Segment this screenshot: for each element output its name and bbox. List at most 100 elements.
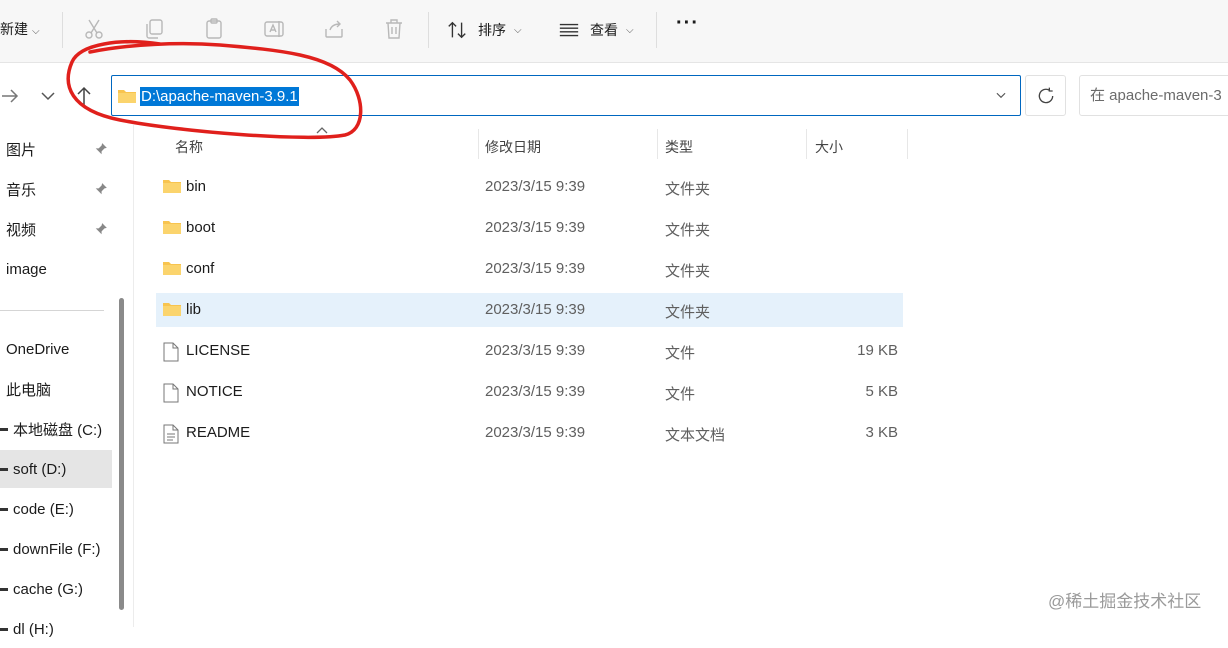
file-modified: 2023/3/15 9:39 [485, 424, 586, 441]
sort-ascending-icon [316, 127, 328, 134]
file-row[interactable]: LICENSE 2023/3/15 9:39 文件 19 KB [156, 334, 903, 368]
address-path[interactable]: D:\apache-maven-3.9.1 [140, 87, 299, 106]
sidebar-item-image[interactable]: image [0, 250, 112, 288]
file-modified: 2023/3/15 9:39 [485, 342, 586, 359]
up-arrow-icon[interactable] [72, 84, 96, 108]
copy-icon[interactable] [142, 17, 166, 41]
divider [428, 12, 429, 48]
watermark: @稀土掘金技术社区 [1048, 592, 1202, 611]
sidebar-item-drive-d[interactable]: soft (D:) [0, 450, 112, 488]
sidebar-item-pictures[interactable]: 图片 [0, 130, 112, 168]
file-size: 19 KB [857, 342, 898, 359]
file-name: bin [186, 178, 207, 195]
sidebar-item-drive-e[interactable]: code (E:) [0, 490, 112, 528]
file-modified: 2023/3/15 9:39 [485, 178, 586, 195]
file-size: 3 KB [865, 424, 898, 441]
file-icon [163, 383, 179, 403]
sidebar-item-label: code (E:) [13, 500, 74, 518]
folder-icon [163, 262, 181, 275]
sidebar-item-this-pc[interactable]: 此电脑 [0, 370, 112, 408]
navigation-pane: 图片 音乐 视频 image OneDrive 此电脑 本地磁盘 (C:) so… [0, 125, 118, 638]
search-input[interactable] [1088, 86, 1228, 105]
file-modified: 2023/3/15 9:39 [485, 219, 586, 236]
sidebar-item-label: cache (G:) [13, 580, 84, 598]
column-header-modified[interactable]: 修改日期 [485, 137, 541, 157]
sidebar-item-onedrive[interactable]: OneDrive [0, 330, 112, 368]
refresh-button[interactable] [1025, 75, 1066, 116]
rename-icon[interactable] [262, 17, 286, 41]
search-box[interactable] [1079, 75, 1228, 116]
column-divider[interactable] [478, 129, 479, 159]
pin-icon[interactable] [94, 182, 108, 196]
file-size: 5 KB [865, 383, 898, 400]
sort-button[interactable]: 排序 ⌵ [446, 17, 522, 43]
sidebar-item-label: image [6, 260, 47, 278]
column-header-name[interactable]: 名称 [175, 137, 203, 157]
sidebar-item-label: 此电脑 [6, 381, 52, 399]
sidebar-item-label: dl (H:) [13, 620, 54, 638]
view-icon [559, 23, 579, 37]
pin-icon[interactable] [94, 142, 108, 156]
sidebar-item-drive-g[interactable]: cache (G:) [0, 570, 112, 608]
divider [0, 310, 104, 311]
divider [656, 12, 657, 48]
address-bar[interactable]: D:\apache-maven-3.9.1 [111, 75, 1021, 116]
new-button[interactable]: 新建 ⌵ [0, 19, 40, 39]
column-header-type[interactable]: 类型 [665, 137, 693, 157]
file-modified: 2023/3/15 9:39 [485, 301, 586, 318]
file-name: lib [186, 301, 202, 318]
sidebar-item-videos[interactable]: 视频 [0, 210, 112, 248]
sidebar-item-drive-h[interactable]: dl (H:) [0, 610, 112, 648]
sidebar-scrollbar[interactable] [119, 298, 124, 610]
column-divider[interactable] [806, 129, 807, 159]
file-row[interactable]: conf 2023/3/15 9:39 文件夹 [156, 252, 903, 286]
refresh-icon [1038, 87, 1054, 104]
file-type: 文本文档 [665, 427, 726, 444]
chevron-down-icon[interactable] [994, 88, 1008, 102]
file-row[interactable]: README 2023/3/15 9:39 文本文档 3 KB [156, 416, 903, 450]
file-row[interactable]: bin 2023/3/15 9:39 文件夹 [156, 170, 903, 204]
recent-locations-chevron-icon[interactable] [36, 84, 60, 108]
view-button[interactable]: 查看 ⌵ [558, 17, 634, 43]
chevron-down-icon: ⌵ [32, 26, 40, 37]
folder-icon [163, 303, 181, 316]
file-modified: 2023/3/15 9:39 [485, 383, 586, 400]
file-row[interactable]: NOTICE 2023/3/15 9:39 文件 5 KB [156, 375, 903, 409]
drive-icon [0, 627, 8, 631]
file-name: LICENSE [186, 342, 251, 359]
share-icon[interactable] [322, 17, 346, 41]
sidebar-item-label: 图片 [6, 141, 37, 159]
sidebar-item-drive-f[interactable]: downFile (F:) [0, 530, 112, 568]
new-label: 新建 [0, 21, 28, 37]
divider [62, 12, 63, 48]
sidebar-item-label: downFile (F:) [13, 540, 101, 558]
chevron-down-icon: ⌵ [626, 24, 634, 36]
text-document-icon [163, 424, 179, 444]
more-options-button[interactable]: ··· [676, 12, 699, 35]
forward-arrow-icon[interactable] [0, 84, 24, 108]
file-name: NOTICE [186, 383, 243, 400]
sidebar-item-label: OneDrive [6, 340, 70, 358]
divider [133, 125, 134, 627]
sidebar-item-drive-c[interactable]: 本地磁盘 (C:) [0, 410, 112, 448]
column-header-size[interactable]: 大小 [815, 137, 843, 157]
column-divider[interactable] [907, 129, 908, 159]
sidebar-item-label: 视频 [6, 221, 37, 239]
file-type: 文件夹 [665, 222, 711, 239]
file-type: 文件夹 [665, 181, 711, 198]
sidebar-item-label: 本地磁盘 (C:) [13, 421, 103, 439]
delete-icon[interactable] [382, 17, 406, 41]
pin-icon[interactable] [94, 222, 108, 236]
chevron-down-icon: ⌵ [514, 24, 522, 36]
column-divider[interactable] [657, 129, 658, 159]
file-row[interactable]: boot 2023/3/15 9:39 文件夹 [156, 211, 903, 245]
cut-icon[interactable] [82, 17, 106, 41]
sidebar-item-music[interactable]: 音乐 [0, 170, 112, 208]
file-row-selected[interactable]: lib 2023/3/15 9:39 文件夹 [156, 293, 903, 327]
file-type: 文件夹 [665, 263, 711, 280]
folder-icon [118, 90, 136, 103]
file-modified: 2023/3/15 9:39 [485, 260, 586, 277]
paste-icon[interactable] [202, 17, 226, 41]
folder-icon [163, 221, 181, 234]
sidebar-item-label: soft (D:) [13, 460, 67, 478]
